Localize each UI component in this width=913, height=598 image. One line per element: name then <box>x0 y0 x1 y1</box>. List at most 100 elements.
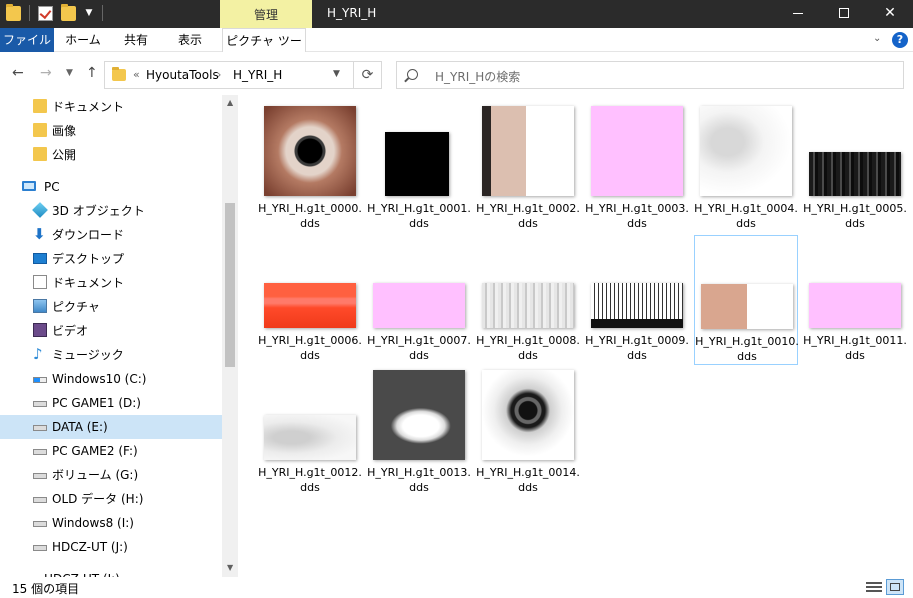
sidebar-item-images[interactable]: 画像 <box>0 119 222 143</box>
file-item[interactable]: H_YRI_H.g1t_0005.dds <box>803 103 907 233</box>
scroll-down-icon[interactable]: ▼ <box>227 563 233 572</box>
sidebar-item-3d-objects[interactable]: 3D オブジェクト <box>0 199 222 223</box>
tab-picture-tools[interactable]: ピクチャ ツール <box>222 28 306 72</box>
breadcrumb-overflow[interactable]: « <box>133 68 140 81</box>
download-icon: ⬇ <box>33 225 46 243</box>
properties-icon[interactable] <box>38 5 53 21</box>
tab-view[interactable]: 表示 <box>166 28 214 52</box>
sidebar-item-drive-h[interactable]: OLD データ (H:) <box>0 487 222 511</box>
sidebar-item-pc[interactable]: PC <box>0 175 222 199</box>
file-name: H_YRI_H.g1t_0012.dds <box>258 466 362 494</box>
file-item[interactable]: H_YRI_H.g1t_0001.dds <box>367 103 471 233</box>
drive-icon <box>33 473 47 479</box>
hair-texture-thumbnail <box>809 152 901 196</box>
address-bar[interactable]: « HyoutaTools › H_YRI_H ▼ <box>104 61 354 89</box>
breadcrumb-hyoutatools[interactable]: HyoutaTools <box>146 68 219 82</box>
sidebar-item-documents-folder[interactable]: ドキュメント <box>0 95 222 119</box>
music-icon: ♪ <box>33 345 43 363</box>
tab-home[interactable]: ホーム <box>58 28 108 52</box>
folder-icon <box>112 67 126 81</box>
details-view-icon[interactable] <box>866 580 882 594</box>
file-item[interactable]: H_YRI_H.g1t_0013.dds <box>367 367 471 497</box>
refresh-button[interactable]: ⟳ <box>354 61 382 89</box>
breadcrumb-chevron-icon[interactable]: › <box>217 68 221 81</box>
maximize-button[interactable] <box>821 0 867 28</box>
folder-icon <box>33 123 47 137</box>
file-item[interactable]: H_YRI_H.g1t_0003.dds <box>585 103 689 233</box>
large-icons-view-icon[interactable] <box>886 579 904 595</box>
drive-icon <box>33 449 47 455</box>
sidebar-item-drive-c[interactable]: Windows10 (C:) <box>0 367 222 391</box>
sidebar-item-label: DATA (E:) <box>52 420 108 434</box>
file-item[interactable]: H_YRI_H.g1t_0006.dds <box>258 235 362 365</box>
sidebar-item-pictures[interactable]: ピクチャ <box>0 295 222 319</box>
drive-icon <box>33 521 47 527</box>
sidebar-scrollbar-thumb[interactable] <box>225 203 235 367</box>
minimize-button[interactable] <box>775 0 821 28</box>
customize-toolbar-icon[interactable]: ▼ <box>84 8 94 18</box>
up-arrow-icon[interactable]: ↑ <box>86 65 98 81</box>
sidebar-item-downloads[interactable]: ⬇ ダウンロード <box>0 223 222 247</box>
sidebar-item-drive-f[interactable]: PC GAME2 (F:) <box>0 439 222 463</box>
back-arrow-icon[interactable]: ← <box>12 65 24 81</box>
file-name: H_YRI_H.g1t_0014.dds <box>476 466 580 494</box>
ribbon-tabs: ファイル ホーム 共有 表示 ピクチャ ツール ⌄ ? <box>0 28 913 72</box>
sidebar-item-videos[interactable]: ビデオ <box>0 319 222 343</box>
sidebar-item-drive-j-network[interactable]: HDCZ-UT (J:) <box>0 567 222 577</box>
black-texture-thumbnail <box>385 132 449 196</box>
sidebar-item-label: ドキュメント <box>52 276 125 290</box>
breadcrumb-h-yri-h[interactable]: H_YRI_H <box>233 68 282 82</box>
mask-texture-thumbnail <box>373 370 465 460</box>
quick-access-toolbar: ▼ <box>6 3 103 21</box>
sidebar-item-public[interactable]: 公開 <box>0 143 222 167</box>
sidebar-item-drive-d[interactable]: PC GAME1 (D:) <box>0 391 222 415</box>
folder-icon[interactable] <box>6 3 21 21</box>
maximize-icon <box>839 8 849 18</box>
pink-texture-thumbnail <box>373 283 465 328</box>
file-item[interactable]: H_YRI_H.g1t_0014.dds <box>476 367 580 497</box>
sidebar-item-desktop[interactable]: デスクトップ <box>0 247 222 271</box>
forward-arrow-icon[interactable]: → <box>40 65 52 81</box>
search-icon <box>407 69 418 80</box>
file-item[interactable]: H_YRI_H.g1t_0008.dds <box>476 235 580 365</box>
sidebar-item-label: ビデオ <box>52 324 89 338</box>
manage-context-tab[interactable]: 管理 <box>220 0 312 28</box>
file-item[interactable]: H_YRI_H.g1t_0011.dds <box>803 235 907 365</box>
tab-share[interactable]: 共有 <box>114 28 158 52</box>
red-gradient-thumbnail <box>264 283 356 328</box>
scroll-up-icon[interactable]: ▲ <box>227 98 233 107</box>
sidebar-item-documents[interactable]: ドキュメント <box>0 271 222 295</box>
eye-texture-thumbnail <box>264 106 356 196</box>
sidebar-item-label: ボリューム (G:) <box>52 468 139 482</box>
help-icon[interactable]: ? <box>892 32 908 48</box>
sidebar-item-label: HDCZ-UT (J:) <box>44 567 120 577</box>
address-dropdown-icon[interactable]: ▼ <box>333 69 340 79</box>
file-item[interactable]: H_YRI_H.g1t_0012.dds <box>258 367 362 497</box>
sidebar-item-drive-i[interactable]: Windows8 (I:) <box>0 511 222 535</box>
sidebar-item-drive-e[interactable]: DATA (E:) <box>0 415 222 439</box>
sidebar-item-music[interactable]: ♪ ミュージック <box>0 343 222 367</box>
file-item[interactable]: H_YRI_H.g1t_0009.dds <box>585 235 689 365</box>
file-item[interactable]: H_YRI_H.g1t_0000.dds <box>258 103 362 233</box>
sidebar-item-label: Windows8 (I:) <box>52 516 134 530</box>
new-folder-icon[interactable] <box>61 3 76 21</box>
sidebar-item-drive-j[interactable]: HDCZ-UT (J:) <box>0 535 222 559</box>
file-item-selected[interactable]: H_YRI_H.g1t_0010.dds <box>694 235 799 365</box>
file-item[interactable]: H_YRI_H.g1t_0007.dds <box>367 235 471 365</box>
file-name: H_YRI_H.g1t_0005.dds <box>803 202 907 230</box>
expand-ribbon-icon[interactable]: ⌄ <box>873 33 881 44</box>
sidebar-item-label: PC GAME1 (D:) <box>52 396 141 410</box>
file-name: H_YRI_H.g1t_0013.dds <box>367 466 471 494</box>
file-item[interactable]: H_YRI_H.g1t_0004.dds <box>694 103 798 233</box>
windows-drive-icon <box>33 377 47 383</box>
videos-icon <box>33 323 47 337</box>
close-button[interactable]: ✕ <box>867 0 913 28</box>
file-name: H_YRI_H.g1t_0002.dds <box>476 202 580 230</box>
file-name: H_YRI_H.g1t_0001.dds <box>367 202 471 230</box>
recent-locations-icon[interactable]: ▼ <box>66 68 73 78</box>
tab-file[interactable]: ファイル <box>0 28 54 52</box>
sidebar-item-label: ダウンロード <box>52 228 125 242</box>
file-item[interactable]: H_YRI_H.g1t_0002.dds <box>476 103 580 233</box>
sidebar-item-drive-g[interactable]: ボリューム (G:) <box>0 463 222 487</box>
search-input[interactable]: H_YRI_Hの検索 <box>396 61 904 89</box>
